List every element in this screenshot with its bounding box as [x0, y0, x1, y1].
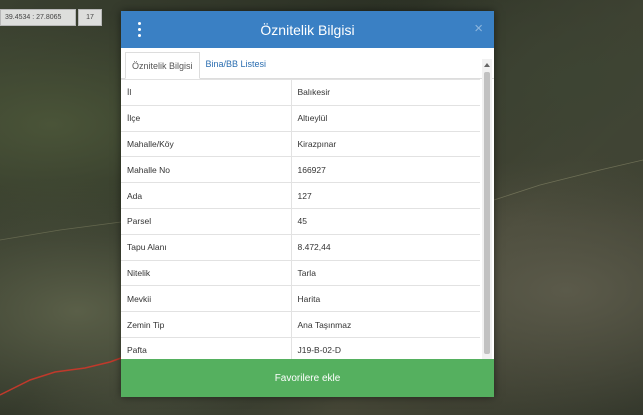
attribute-value: 166927: [291, 156, 480, 184]
table-row: Mahalle/Köy Kirazpınar: [121, 131, 480, 158]
coordinate-text: 39.4534 : 27.8065: [0, 9, 76, 26]
dialog-header: Öznitelik Bilgisi ×: [121, 11, 494, 48]
attribute-value: Harita: [291, 285, 480, 313]
table-row: Nitelik Tarla: [121, 260, 480, 287]
attribute-value: 127: [291, 182, 480, 209]
attribute-key: Mahalle No: [121, 156, 292, 184]
close-icon[interactable]: ×: [474, 21, 483, 36]
vertical-dots-icon[interactable]: [137, 22, 141, 37]
attribute-key: İlçe: [121, 105, 292, 132]
attribute-table: İl Balıkesir İlçe Altıeylül Mahalle/Köy Kiraz…: [121, 79, 480, 364]
table-row: İlçe Altıeylül: [121, 105, 480, 132]
attribute-info-dialog: Öznitelik Bilgisi × Öznitelik Bilgisi Bi…: [121, 11, 494, 397]
attribute-key: Parsel: [121, 208, 292, 235]
attribute-key: Tapu Alanı: [121, 234, 292, 261]
attribute-key: Mahalle/Köy: [121, 131, 292, 158]
zoom-level: 17: [78, 9, 102, 26]
attribute-key: Zemin Tip: [121, 311, 292, 338]
table-row: Tapu Alanı 8.472,44: [121, 234, 480, 261]
tab-building-list[interactable]: Bina/BB Listesi: [200, 51, 273, 78]
attribute-key: Nitelik: [121, 260, 292, 287]
table-row: Zemin Tip Ana Taşınmaz: [121, 311, 480, 338]
scroll-thumb[interactable]: [484, 72, 490, 354]
table-row: İl Balıkesir: [121, 79, 480, 106]
attribute-value: Ana Taşınmaz: [291, 311, 480, 338]
table-scrollbar[interactable]: [482, 59, 492, 369]
attribute-key: Mevkii: [121, 285, 292, 313]
table-row: Ada 127: [121, 182, 480, 209]
attribute-value: 45: [291, 208, 480, 235]
dialog-title: Öznitelik Bilgisi: [260, 21, 355, 38]
scroll-up-arrow-icon[interactable]: [484, 63, 490, 67]
table-row: Parsel 45: [121, 208, 480, 235]
attribute-key: Ada: [121, 182, 292, 209]
attribute-table-container: İl Balıkesir İlçe Altıeylül Mahalle/Köy Kiraz…: [121, 79, 482, 369]
tab-attribute-info[interactable]: Öznitelik Bilgisi: [125, 52, 200, 79]
attribute-value: Altıeylül: [291, 105, 480, 132]
map-coordinate-readout: 39.4534 : 27.8065 17: [0, 9, 102, 26]
table-row: Mahalle No 166927: [121, 156, 480, 184]
attribute-value: Kirazpınar: [291, 131, 480, 158]
add-to-favorites-button[interactable]: Favorilere ekle: [121, 359, 494, 397]
attribute-key: İl: [121, 79, 292, 106]
dialog-tabs: Öznitelik Bilgisi Bina/BB Listesi: [121, 48, 494, 79]
table-row: Mevkii Harita: [121, 285, 480, 313]
attribute-value: Balıkesir: [291, 79, 480, 106]
attribute-value: Tarla: [291, 260, 480, 287]
attribute-value: 8.472,44: [291, 234, 480, 261]
